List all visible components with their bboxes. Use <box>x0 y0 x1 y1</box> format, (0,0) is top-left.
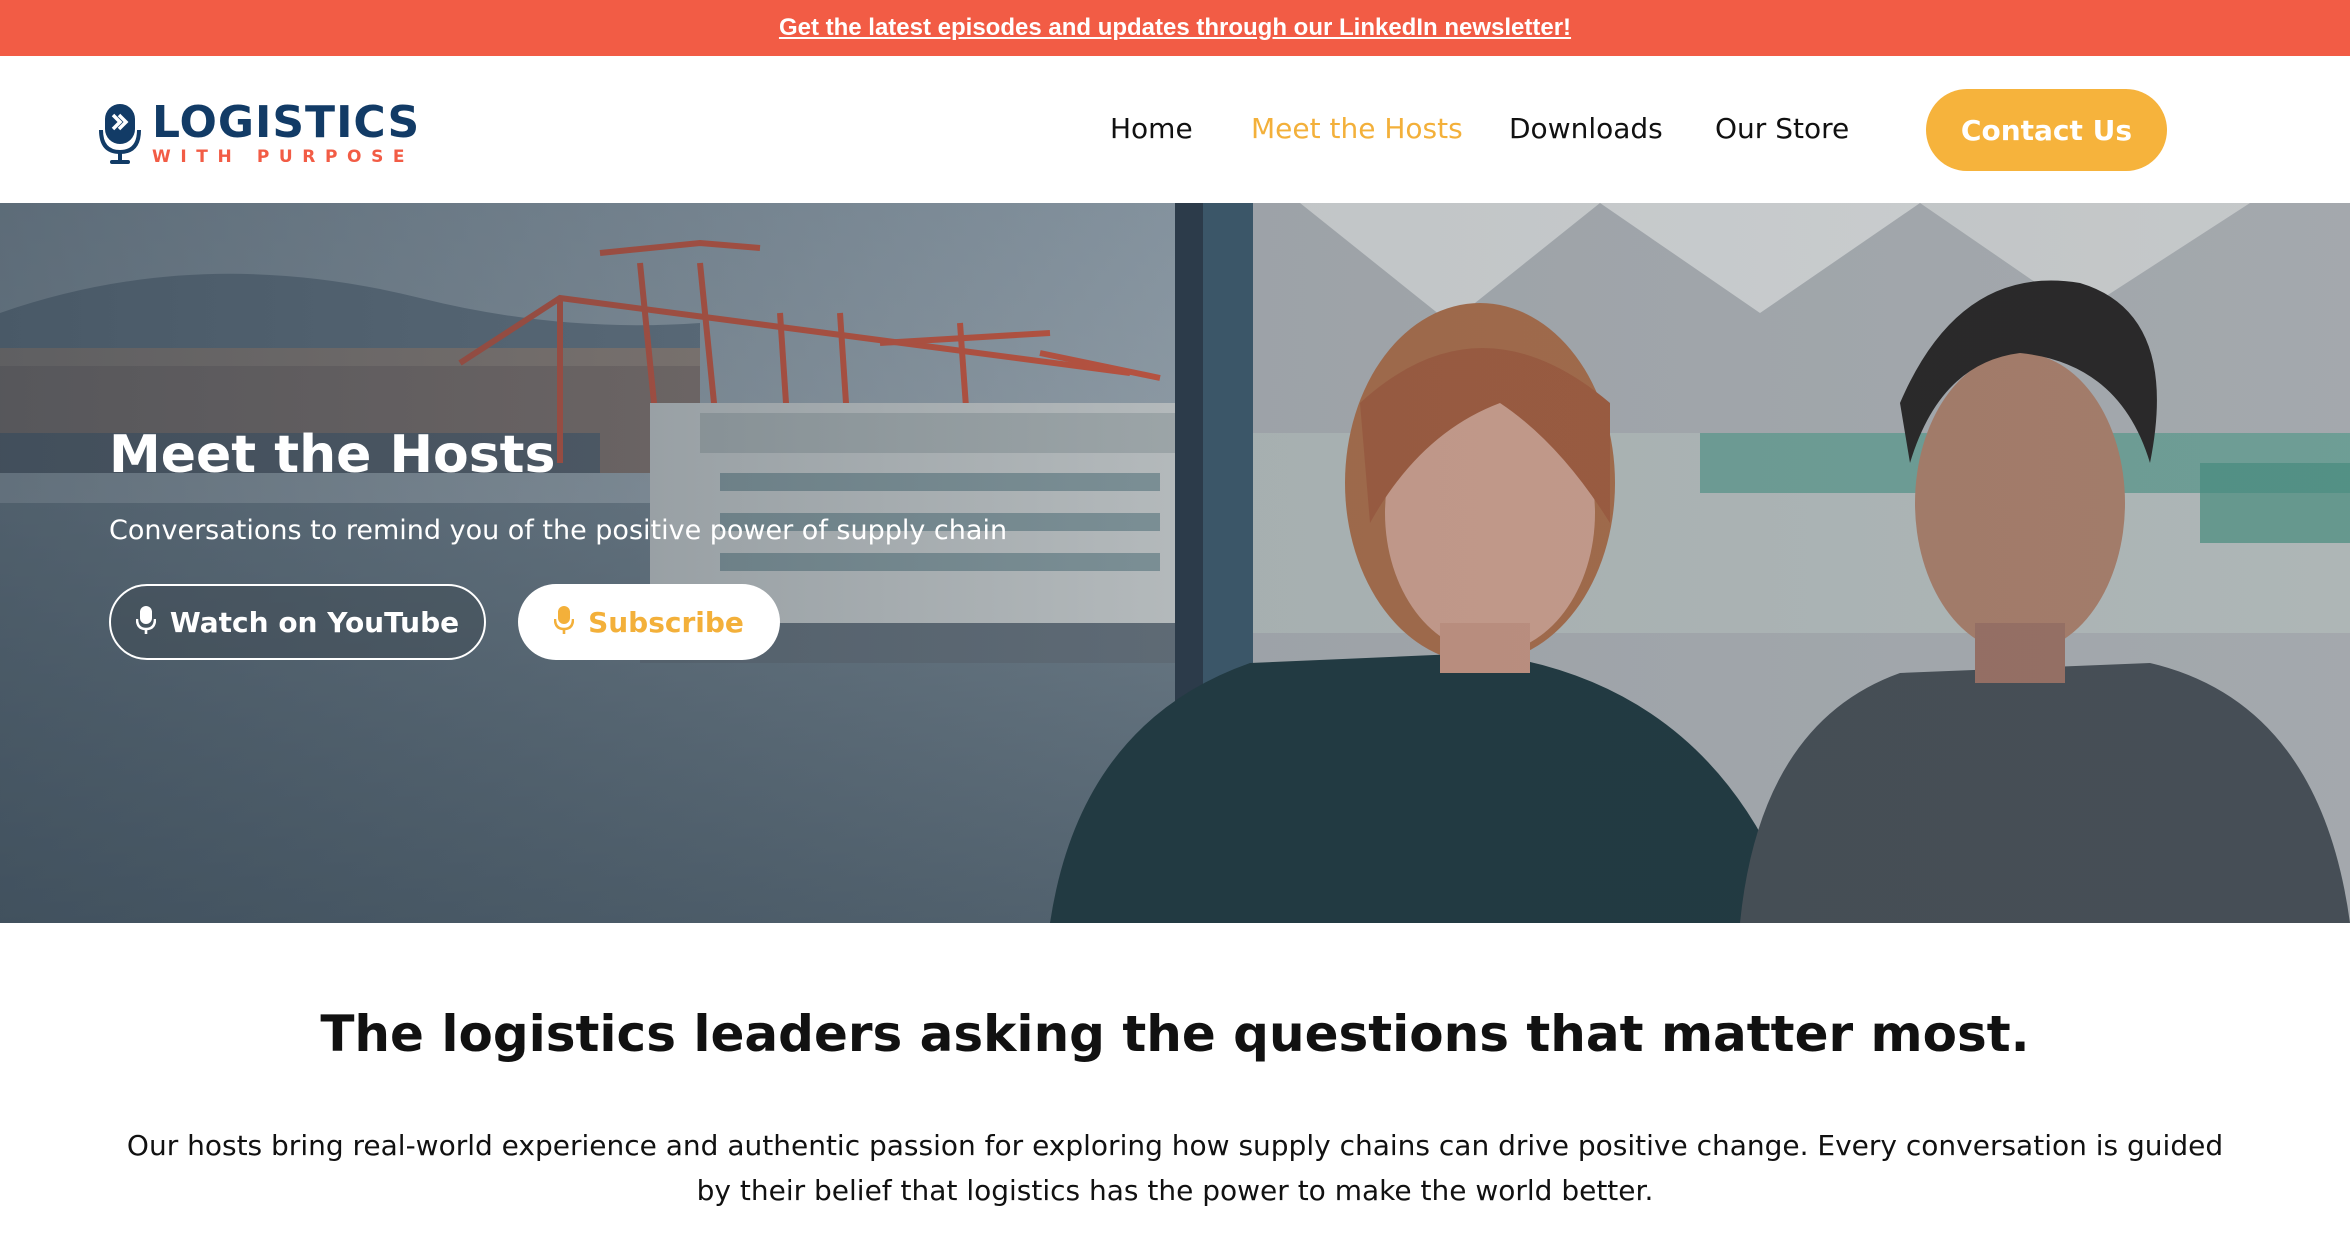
nav-home[interactable]: Home <box>1110 112 1193 145</box>
logo-tagline: WITH PURPOSE <box>152 146 415 167</box>
hero-banner: Meet the Hosts Conversations to remind y… <box>0 203 2350 923</box>
contact-us-button[interactable]: Contact Us <box>1926 89 2167 171</box>
page-title: Meet the Hosts <box>109 425 556 485</box>
microphone-logo-icon <box>98 100 142 166</box>
logo-wordmark: LOGISTICS <box>152 96 421 148</box>
newsletter-link[interactable]: Get the latest episodes and updates thro… <box>779 14 1571 42</box>
nav-downloads[interactable]: Downloads <box>1509 112 1663 145</box>
site-header: LOGISTICS WITH PURPOSE Home Meet the Hos… <box>0 56 2350 203</box>
nav-meet-the-hosts[interactable]: Meet the Hosts <box>1251 112 1463 145</box>
subscribe-button[interactable]: Subscribe <box>518 584 780 660</box>
announcement-bar: Get the latest episodes and updates thro… <box>0 0 2350 56</box>
microphone-icon <box>135 605 157 640</box>
hero-subtitle: Conversations to remind you of the posit… <box>109 515 1008 546</box>
site-logo[interactable]: LOGISTICS WITH PURPOSE <box>98 96 421 168</box>
nav-our-store[interactable]: Our Store <box>1715 112 1849 145</box>
subscribe-label: Subscribe <box>588 605 744 639</box>
intro-heading: The logistics leaders asking the questio… <box>320 1005 2030 1063</box>
hero-photo <box>0 203 2350 923</box>
intro-body: Our hosts bring real-world experience an… <box>126 1129 2224 1207</box>
watch-on-youtube-button[interactable]: Watch on YouTube <box>109 584 486 660</box>
watch-on-youtube-label: Watch on YouTube <box>169 605 460 639</box>
microphone-icon <box>553 605 575 640</box>
